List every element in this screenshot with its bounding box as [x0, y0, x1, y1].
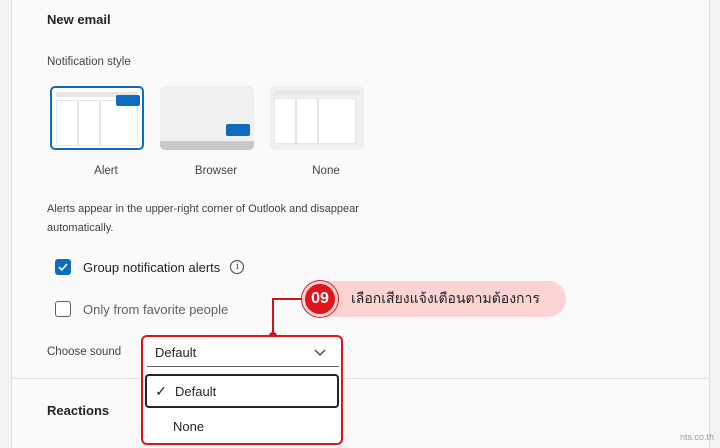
sound-option-none[interactable]: None [145, 409, 339, 443]
section-divider [11, 378, 710, 379]
reactions-title: Reactions [47, 403, 110, 418]
notification-style-alert-label: Alert [94, 165, 118, 177]
group-alerts-row[interactable]: Group notification alerts i [55, 259, 245, 275]
favorites-only-label: Only from favorite people [83, 301, 229, 317]
browser-toast-icon [226, 124, 250, 136]
notification-style-browser-label: Browser [194, 165, 238, 177]
info-icon[interactable]: i [230, 260, 245, 274]
card-pane-right [100, 100, 138, 146]
group-alerts-checkbox[interactable] [55, 259, 71, 275]
new-email-title: New email [47, 12, 111, 27]
group-alerts-label: Group notification alerts [83, 259, 221, 275]
sound-option-none-label: None [173, 418, 205, 434]
sound-option-default-label: Default [175, 383, 217, 399]
checkmark-icon [58, 263, 68, 272]
notification-style-description: Alerts appear in the upper-right corner … [47, 203, 359, 234]
step-callout-text: เลือกเสียงแจ้งเตือนตามต้องการ [351, 290, 540, 306]
watermark: nts.co.th [679, 432, 714, 442]
notification-style-none-label: None [312, 165, 340, 177]
notification-style-label: Notification style [47, 56, 131, 68]
sound-option-default[interactable]: ✓ Default [145, 374, 339, 408]
step-number-badge: 09 [302, 281, 338, 317]
choose-sound-label: Choose sound [47, 346, 122, 358]
checkmark-icon: ✓ [155, 382, 167, 399]
card-pane-right [318, 98, 356, 144]
step-callout: 09 เลือกเสียงแจ้งเตือนตามต้องการ [302, 281, 566, 317]
notification-style-none-card[interactable] [270, 86, 364, 150]
card-browser-taskbar [160, 141, 254, 150]
card-pane-mid [296, 98, 318, 144]
settings-screen: New email Notification style Alert Brows… [0, 0, 720, 448]
card-pane-mid [78, 100, 100, 146]
alert-toast-icon [116, 95, 140, 106]
card-pane-left [274, 98, 296, 144]
chevron-down-icon [314, 349, 326, 356]
callout-connector-vertical [272, 299, 274, 336]
card-pane-left [56, 100, 78, 146]
sound-dropdown-value: Default [155, 345, 197, 360]
callout-connector-horizontal [272, 298, 304, 300]
favorites-only-row[interactable]: Only from favorite people [55, 301, 228, 317]
favorites-only-checkbox[interactable] [55, 301, 71, 317]
notification-style-alert-card[interactable] [50, 86, 144, 150]
card-titlebar [274, 90, 360, 95]
notification-style-browser-card[interactable] [160, 86, 254, 150]
sound-dropdown[interactable]: Default [147, 339, 339, 367]
